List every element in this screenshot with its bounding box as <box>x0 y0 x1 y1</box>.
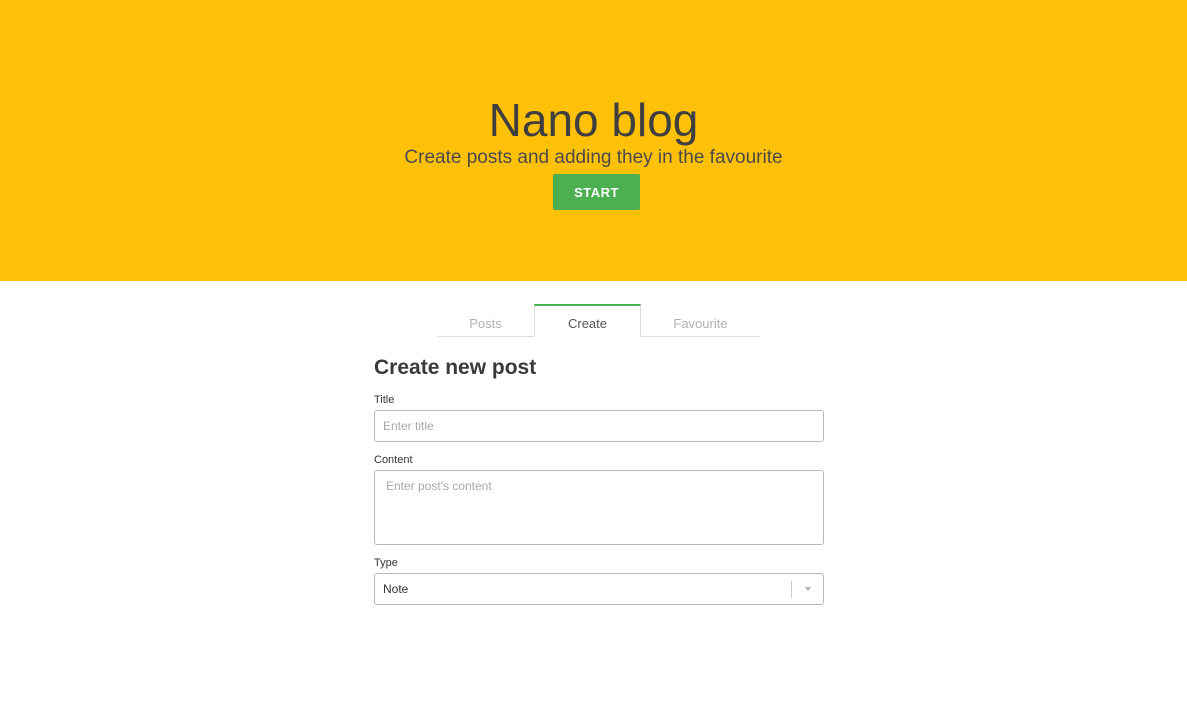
title-label: Title <box>374 394 395 406</box>
create-post-form: Create new post Title Content Type Note <box>374 352 824 605</box>
tab-posts[interactable]: Posts <box>437 304 534 337</box>
select-separator <box>791 581 792 598</box>
start-button[interactable]: START <box>553 174 640 210</box>
tab-favourite[interactable]: Favourite <box>641 304 760 337</box>
content-textarea[interactable] <box>374 470 824 545</box>
chevron-down-icon[interactable] <box>805 587 811 591</box>
tab-bar: Posts Create Favourite <box>437 304 760 337</box>
hero-banner: Nano blog Create posts and adding they i… <box>0 0 1187 281</box>
tab-create[interactable]: Create <box>534 304 641 337</box>
content-label: Content <box>374 454 413 466</box>
site-subtitle: Create posts and adding they in the favo… <box>404 147 783 168</box>
title-input[interactable] <box>374 410 824 442</box>
site-title: Nano blog <box>488 94 699 146</box>
type-select-value: Note <box>383 582 409 596</box>
type-label: Type <box>374 557 398 569</box>
form-heading: Create new post <box>374 356 537 379</box>
type-select[interactable]: Note <box>374 573 824 605</box>
